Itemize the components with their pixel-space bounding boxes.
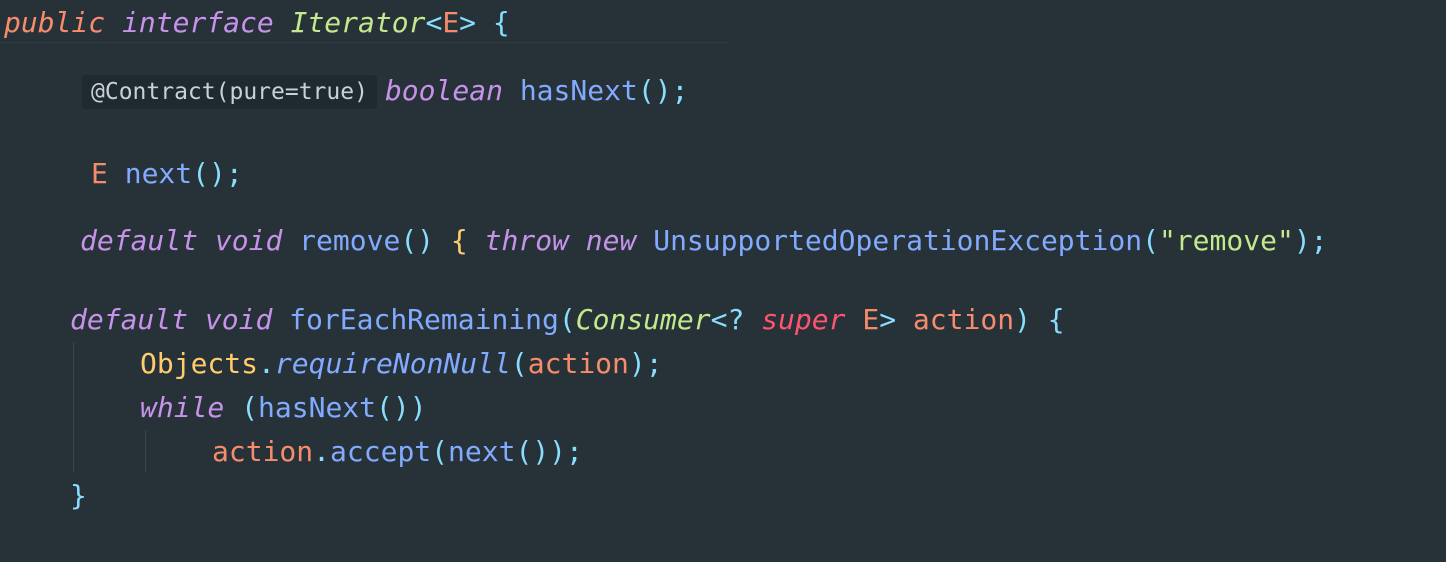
parens: (); [637, 74, 689, 107]
method-remove: remove [299, 224, 401, 257]
type-boolean: boolean [384, 74, 503, 107]
paren-close: ()) [376, 391, 427, 424]
param-type-consumer: Consumer [575, 303, 711, 336]
keyword-public: public [4, 6, 106, 39]
keyword-default: default [70, 303, 189, 336]
paren-open: ( [510, 347, 528, 380]
keyword-default: default [80, 224, 199, 257]
code-line-accept[interactable]: action.accept(next()); [212, 432, 583, 472]
interface-name: Iterator [290, 6, 426, 39]
paren-close: ()); [515, 435, 583, 468]
keyword-void: void [214, 224, 283, 257]
angle-open: < [425, 6, 443, 39]
keyword-throw: throw [484, 224, 569, 257]
code-line-hasnext[interactable]: @Contract(pure=true) boolean hasNext(); [82, 71, 688, 111]
close-brace: } [70, 479, 87, 512]
indent-guide [73, 342, 74, 472]
paren-open: ( [241, 391, 259, 424]
code-editor[interactable]: public interface Iterator<E> { @Contract… [0, 0, 1446, 562]
dot: . [313, 435, 331, 468]
paren-close: ) [1014, 303, 1031, 336]
keyword-interface: interface [122, 6, 274, 39]
method-hasnext: hasNext [258, 391, 377, 424]
code-line-close-brace[interactable]: } [70, 476, 87, 516]
open-brace: { [450, 224, 468, 257]
string-literal: "remove" [1158, 224, 1294, 257]
arg-action: action [527, 347, 629, 380]
code-line-next[interactable]: E next(); [91, 154, 243, 194]
header-divider [0, 42, 728, 43]
paren-open: ( [1142, 224, 1159, 257]
code-line-while[interactable]: while (hasNext()) [140, 388, 427, 428]
parens: () [400, 224, 435, 257]
class-objects: Objects [140, 347, 259, 380]
paren-open: ( [431, 435, 449, 468]
code-line-requirenonnull[interactable]: Objects.requireNonNull(action); [140, 344, 663, 384]
var-action: action [212, 435, 314, 468]
indent-guide-nested [145, 430, 146, 472]
parens: (); [192, 157, 243, 190]
open-brace: { [1047, 303, 1065, 336]
code-line-interface-declaration[interactable]: public interface Iterator<E> { [4, 3, 510, 43]
wildcard: <? [710, 303, 745, 336]
param-action: action [912, 303, 1015, 336]
angle-close: > [879, 303, 897, 336]
method-next: next [124, 157, 193, 190]
method-accept: accept [330, 435, 432, 468]
method-foreachremaining: forEachRemaining [289, 303, 559, 336]
paren-close: ); [628, 347, 663, 380]
keyword-new: new [585, 224, 637, 257]
dot: . [258, 347, 275, 380]
contract-annotation-hint[interactable]: @Contract(pure=true) [82, 75, 377, 109]
paren-close: ); [1293, 224, 1328, 257]
return-type-e: E [91, 157, 108, 190]
method-next: next [448, 435, 516, 468]
keyword-while: while [140, 391, 225, 424]
type-parameter: E [862, 303, 880, 336]
method-requirenonnull: requireNonNull [274, 347, 511, 380]
keyword-super: super [761, 303, 846, 336]
type-parameter: E [442, 6, 460, 39]
code-line-foreachremaining[interactable]: default void forEachRemaining(Consumer<?… [70, 300, 1065, 340]
method-hasnext: hasNext [519, 74, 638, 107]
open-brace: { [492, 6, 510, 39]
paren-open: ( [558, 303, 576, 336]
angle-close: > [459, 6, 477, 39]
code-line-remove[interactable]: default void remove() { throw new Unsupp… [80, 221, 1328, 261]
exception-class: UnsupportedOperationException [653, 224, 1143, 257]
keyword-void: void [204, 303, 273, 336]
